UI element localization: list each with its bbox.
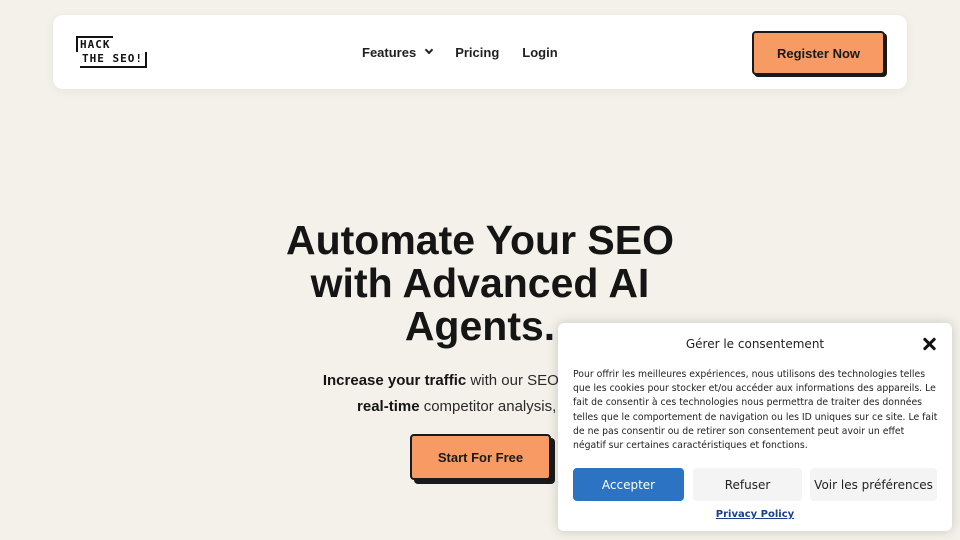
nav-pricing[interactable]: Pricing: [455, 45, 499, 60]
logo-line-1: HACK: [76, 36, 113, 52]
nav-features-label: Features: [362, 44, 417, 60]
consent-dialog: Gérer le consentement Pour offrir les me…: [558, 323, 952, 531]
hero-title-line-3: Agents.: [404, 303, 556, 349]
chevron-down-icon: [424, 45, 434, 55]
hero-sub-bold-1: Increase your traffic: [322, 372, 467, 389]
consent-text: Pour offrir les meilleures expériences, …: [573, 369, 938, 452]
hero-title-line-1: Automate Your SEO: [285, 217, 675, 263]
privacy-policy-link[interactable]: Privacy Policy: [558, 509, 952, 520]
close-icon[interactable]: [920, 335, 938, 353]
refuse-button[interactable]: Refuser: [693, 468, 802, 501]
nav-login-label: Login: [522, 44, 558, 60]
hero-sub-bold-3: real-time: [357, 398, 420, 415]
header-bar: HACK THE SEO! Features Pricing Login Reg…: [53, 15, 907, 89]
main-nav: Features Pricing Login: [362, 15, 581, 89]
accept-button[interactable]: Accepter: [573, 468, 684, 501]
nav-login[interactable]: Login: [522, 45, 557, 60]
logo[interactable]: HACK THE SEO!: [76, 36, 152, 70]
nav-features[interactable]: Features: [362, 44, 434, 60]
hero-title-line-2: with Advanced AI: [310, 260, 650, 306]
consent-title: Gérer le consentement: [685, 337, 825, 351]
nav-pricing-label: Pricing: [455, 44, 500, 60]
register-button[interactable]: Register Now: [752, 31, 885, 75]
logo-line-2: THE SEO!: [80, 52, 147, 68]
preferences-button[interactable]: Voir les préférences: [810, 468, 937, 501]
start-for-free-button[interactable]: Start For Free: [410, 434, 551, 480]
